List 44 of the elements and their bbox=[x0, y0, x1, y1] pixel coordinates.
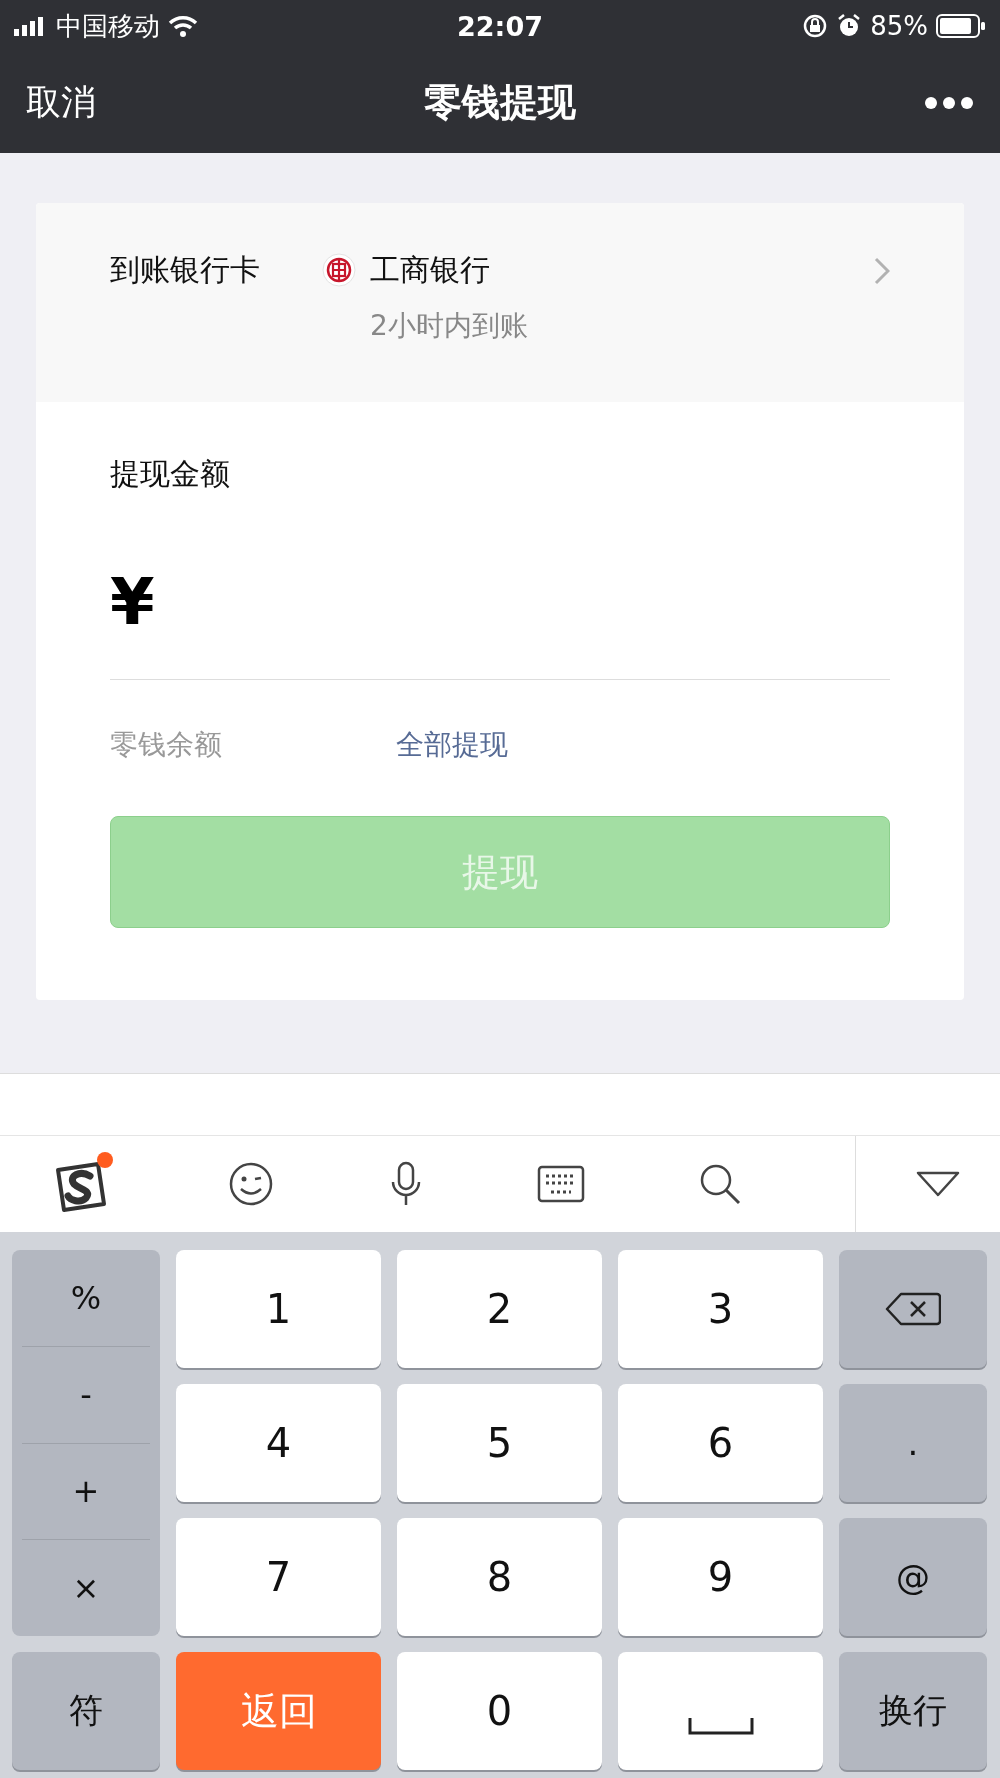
bank-name: 工商银行 bbox=[370, 251, 490, 289]
symbol-key[interactable]: % bbox=[22, 1250, 150, 1347]
carrier-name: 中国移动 bbox=[56, 9, 160, 43]
symbol-key[interactable]: - bbox=[22, 1346, 150, 1444]
space-icon bbox=[687, 1716, 754, 1736]
digit-key[interactable]: 1 bbox=[176, 1250, 381, 1368]
wifi-icon bbox=[168, 15, 198, 37]
digit-key[interactable]: 8 bbox=[397, 1518, 602, 1636]
chevron-right-icon bbox=[874, 257, 890, 285]
cancel-button[interactable]: 取消 bbox=[26, 79, 96, 126]
bank-card-row[interactable]: 到账银行卡 工商银行 2小时内到账 bbox=[36, 203, 964, 402]
keyboard-icon[interactable] bbox=[537, 1164, 585, 1204]
digit-key[interactable]: 7 bbox=[176, 1518, 381, 1636]
digit-key[interactable]: 4 bbox=[176, 1384, 381, 1502]
digit-key[interactable]: 9 bbox=[618, 1518, 823, 1636]
digit-key[interactable]: 5 bbox=[397, 1384, 602, 1502]
triangle-down-icon[interactable] bbox=[916, 1170, 960, 1198]
bank-card-label: 到账银行卡 bbox=[110, 251, 261, 289]
withdraw-all-link[interactable]: 全部提现 bbox=[396, 726, 508, 764]
more-icon[interactable] bbox=[924, 95, 974, 110]
search-icon[interactable] bbox=[698, 1162, 742, 1206]
battery-icon bbox=[936, 14, 986, 38]
digit-key[interactable]: 2 bbox=[397, 1250, 602, 1368]
digit-key[interactable]: 6 bbox=[618, 1384, 823, 1502]
battery-percent: 85% bbox=[870, 11, 928, 41]
digit-key[interactable]: 0 bbox=[397, 1652, 602, 1770]
backspace-icon bbox=[885, 1291, 941, 1327]
backspace-key[interactable] bbox=[839, 1250, 987, 1368]
amount-label: 提现金额 bbox=[110, 455, 231, 493]
page-title: 零钱提现 bbox=[424, 79, 576, 126]
arrival-time-text: 2小时内到账 bbox=[369, 308, 529, 344]
currency-symbol: ¥ bbox=[110, 565, 155, 639]
function-key[interactable]: . bbox=[839, 1384, 987, 1502]
rotation-lock-icon bbox=[802, 13, 829, 39]
balance-label: 零钱余额 bbox=[110, 727, 223, 763]
function-key[interactable]: 换行 bbox=[839, 1652, 987, 1770]
function-key[interactable]: 符 bbox=[12, 1652, 160, 1770]
bank-logo-icon bbox=[322, 253, 356, 287]
symbol-key[interactable]: + bbox=[22, 1443, 150, 1541]
function-key[interactable]: @ bbox=[839, 1518, 987, 1636]
emoji-icon[interactable] bbox=[227, 1160, 275, 1208]
clock-time: 22:07 bbox=[457, 10, 543, 42]
symbol-key[interactable]: × bbox=[22, 1540, 150, 1636]
digit-key[interactable]: 3 bbox=[618, 1250, 823, 1368]
